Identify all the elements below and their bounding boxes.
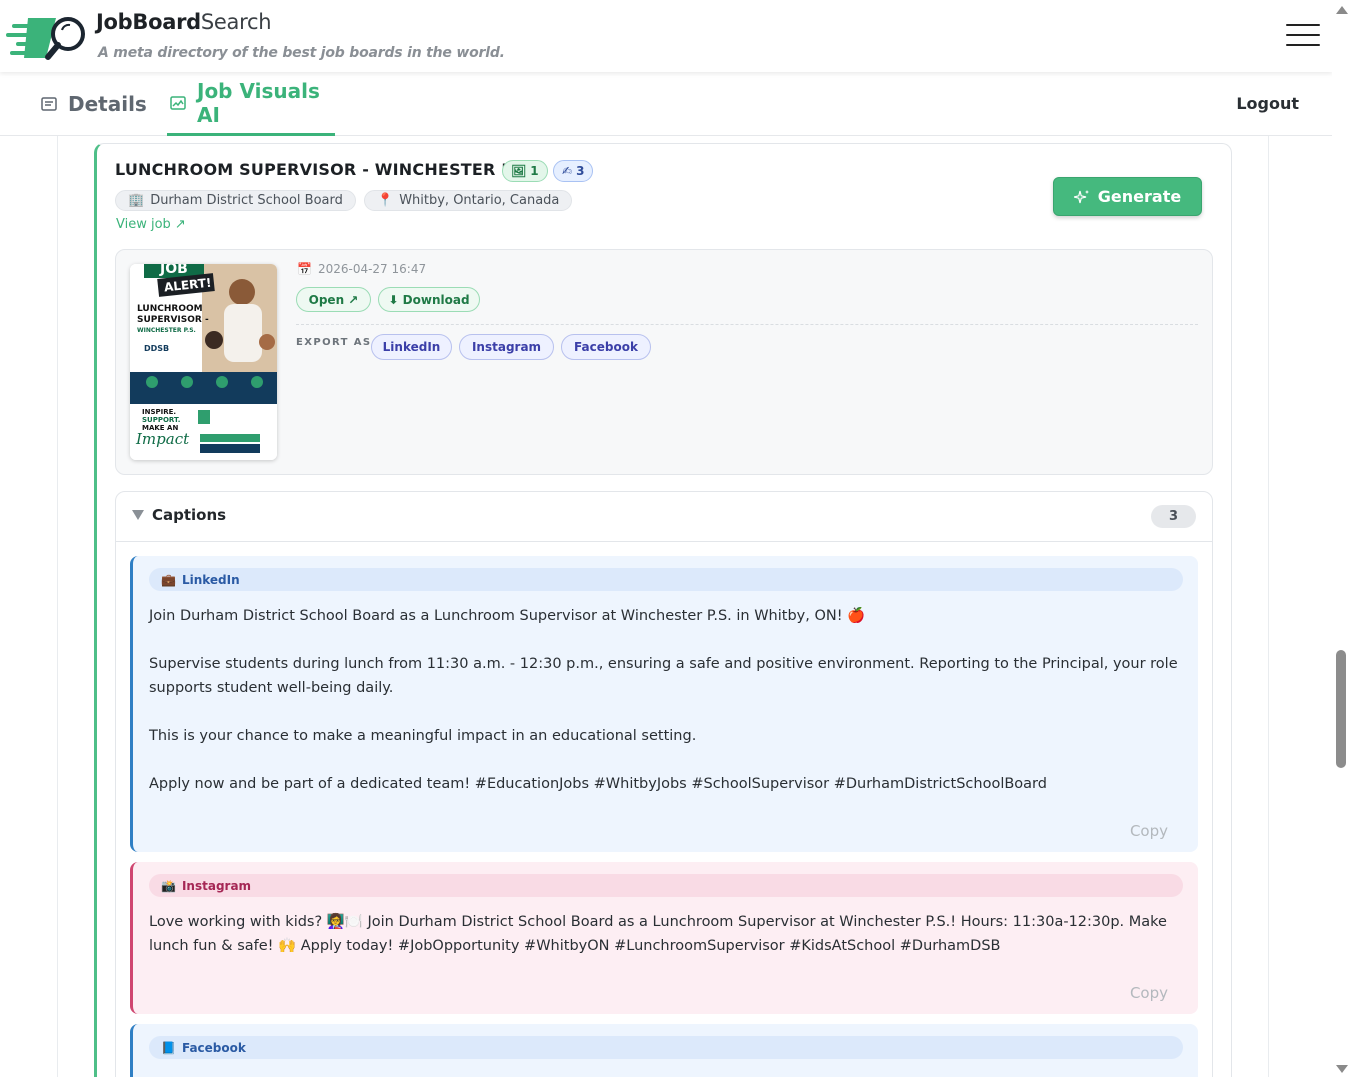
tab-job-visuals-label: Job Visuals AI <box>197 78 320 127</box>
image-icon <box>170 95 186 110</box>
download-button[interactable]: ⬇ Download <box>378 287 480 312</box>
export-facebook-button[interactable]: Facebook <box>561 334 651 360</box>
thumbnail-slogan-2: SUPPORT. <box>142 416 181 424</box>
tab-job-visuals-ai[interactable]: Job Visuals AI <box>167 72 335 136</box>
pin-icon: 📍 <box>377 193 394 208</box>
tab-bar: Details Job Visuals AI Logout <box>0 72 1332 136</box>
thumbnail-slogan-4: Impact <box>136 430 190 448</box>
menu-hamburger-icon[interactable] <box>1286 22 1320 48</box>
caption-text: Join Durham District School Board as a L… <box>149 608 1178 792</box>
calendar-icon: 📅 <box>297 262 312 276</box>
camera-icon: 📸 <box>161 878 176 893</box>
caption-platform-label: LinkedIn <box>181 572 240 587</box>
tab-details-label: Details <box>68 92 147 116</box>
timestamp-value: 2026-04-27 16:47 <box>317 262 427 276</box>
visual-timestamp: 📅 2026-04-27 16:47 <box>297 262 426 276</box>
copy-button[interactable]: Copy <box>1130 984 1168 1002</box>
copy-button[interactable]: Copy <box>1130 822 1168 840</box>
document-icon <box>41 97 57 111</box>
job-title: LUNCHROOM SUPERVISOR - WINCHESTER P.S. <box>115 160 535 179</box>
divider <box>296 324 1198 325</box>
caption-linkedin: 💼 LinkedIn Join Durham District School B… <box>130 556 1198 852</box>
scrollbar-thumb[interactable] <box>1336 650 1346 768</box>
thumbnail-job-word: JOB <box>160 264 188 277</box>
scrollbar-track[interactable] <box>1332 0 1349 1077</box>
scroll-down-arrow-icon[interactable] <box>1336 1065 1348 1073</box>
thumbnail-role-line-2: SUPERVISOR - <box>137 315 209 325</box>
visual-panel <box>115 249 1213 475</box>
caption-count-value: 3 <box>576 164 585 178</box>
image-count-value: 1 <box>530 164 539 178</box>
generate-label: Generate <box>1097 187 1182 206</box>
brand-name-light: Search <box>200 10 272 34</box>
scroll-up-arrow-icon[interactable] <box>1336 6 1348 14</box>
brand-name-bold: JobBoard <box>96 10 201 34</box>
logo-magnifier-icon[interactable] <box>6 14 90 62</box>
organization-name: Durham District School Board <box>150 193 343 208</box>
image-count-icon: 🖼 <box>511 164 527 178</box>
captions-count-badge: 3 <box>1151 505 1196 528</box>
building-icon: 🏢 <box>128 193 145 208</box>
organization-chip: 🏢 Durham District School Board <box>115 190 356 211</box>
open-button[interactable]: Open ↗ <box>296 287 371 312</box>
caption-count-badge: ✍ 3 <box>553 160 594 182</box>
pen-icon: ✍ <box>562 164 573 178</box>
brand-name[interactable]: JobBoardSearch <box>96 10 272 34</box>
image-count-badge: 🖼 1 <box>502 160 548 182</box>
briefcase-icon: 💼 <box>161 572 176 587</box>
location-chip: 📍 Whitby, Ontario, Canada <box>364 190 573 211</box>
captions-header[interactable] <box>115 491 1213 542</box>
caption-instagram: 📸 Instagram Love working with kids? 👩‍🏫🍽… <box>130 862 1198 1014</box>
top-header: JobBoardSearch A meta directory of the b… <box>0 0 1332 72</box>
export-linkedin-button[interactable]: LinkedIn <box>371 334 452 360</box>
brand-tagline: A meta directory of the best job boards … <box>98 45 505 61</box>
view-job-link[interactable]: View job ↗ <box>116 217 186 232</box>
generate-button[interactable]: Generate <box>1053 177 1202 216</box>
caption-platform-label: Facebook <box>181 1040 246 1055</box>
caption-platform-tag: 📸 Instagram <box>149 874 1183 897</box>
thumbnail-role-line-1: LUNCHROOM <box>137 304 203 314</box>
tab-details[interactable]: Details <box>40 72 147 136</box>
thumbnail-slogan-1: INSPIRE. <box>142 408 177 416</box>
thumbnail-org-short: DDSB <box>144 344 170 353</box>
sparkle-icon <box>1073 189 1089 203</box>
thumbnail-school: WINCHESTER P.S. <box>137 327 196 334</box>
logout-link[interactable]: Logout <box>1236 94 1299 113</box>
caption-platform-label: Instagram <box>181 878 252 893</box>
caption-facebook: 📘 Facebook <box>130 1024 1198 1077</box>
caption-text: Love working with kids? 👩‍🏫🍽️ Join Durha… <box>149 914 1172 954</box>
caption-platform-tag: 💼 LinkedIn <box>149 568 1183 591</box>
export-instagram-button[interactable]: Instagram <box>459 334 554 360</box>
location-name: Whitby, Ontario, Canada <box>399 193 560 208</box>
collapse-triangle-icon[interactable] <box>132 510 144 520</box>
export-as-label: EXPORT AS <box>296 337 372 348</box>
job-visual-thumbnail[interactable]: JOB ALERT! LUNCHROOM SUPERVISOR - WINCHE… <box>130 264 277 460</box>
caption-platform-tag: 📘 Facebook <box>149 1036 1183 1059</box>
captions-title: Captions <box>152 506 227 524</box>
facebook-book-icon: 📘 <box>161 1040 176 1055</box>
